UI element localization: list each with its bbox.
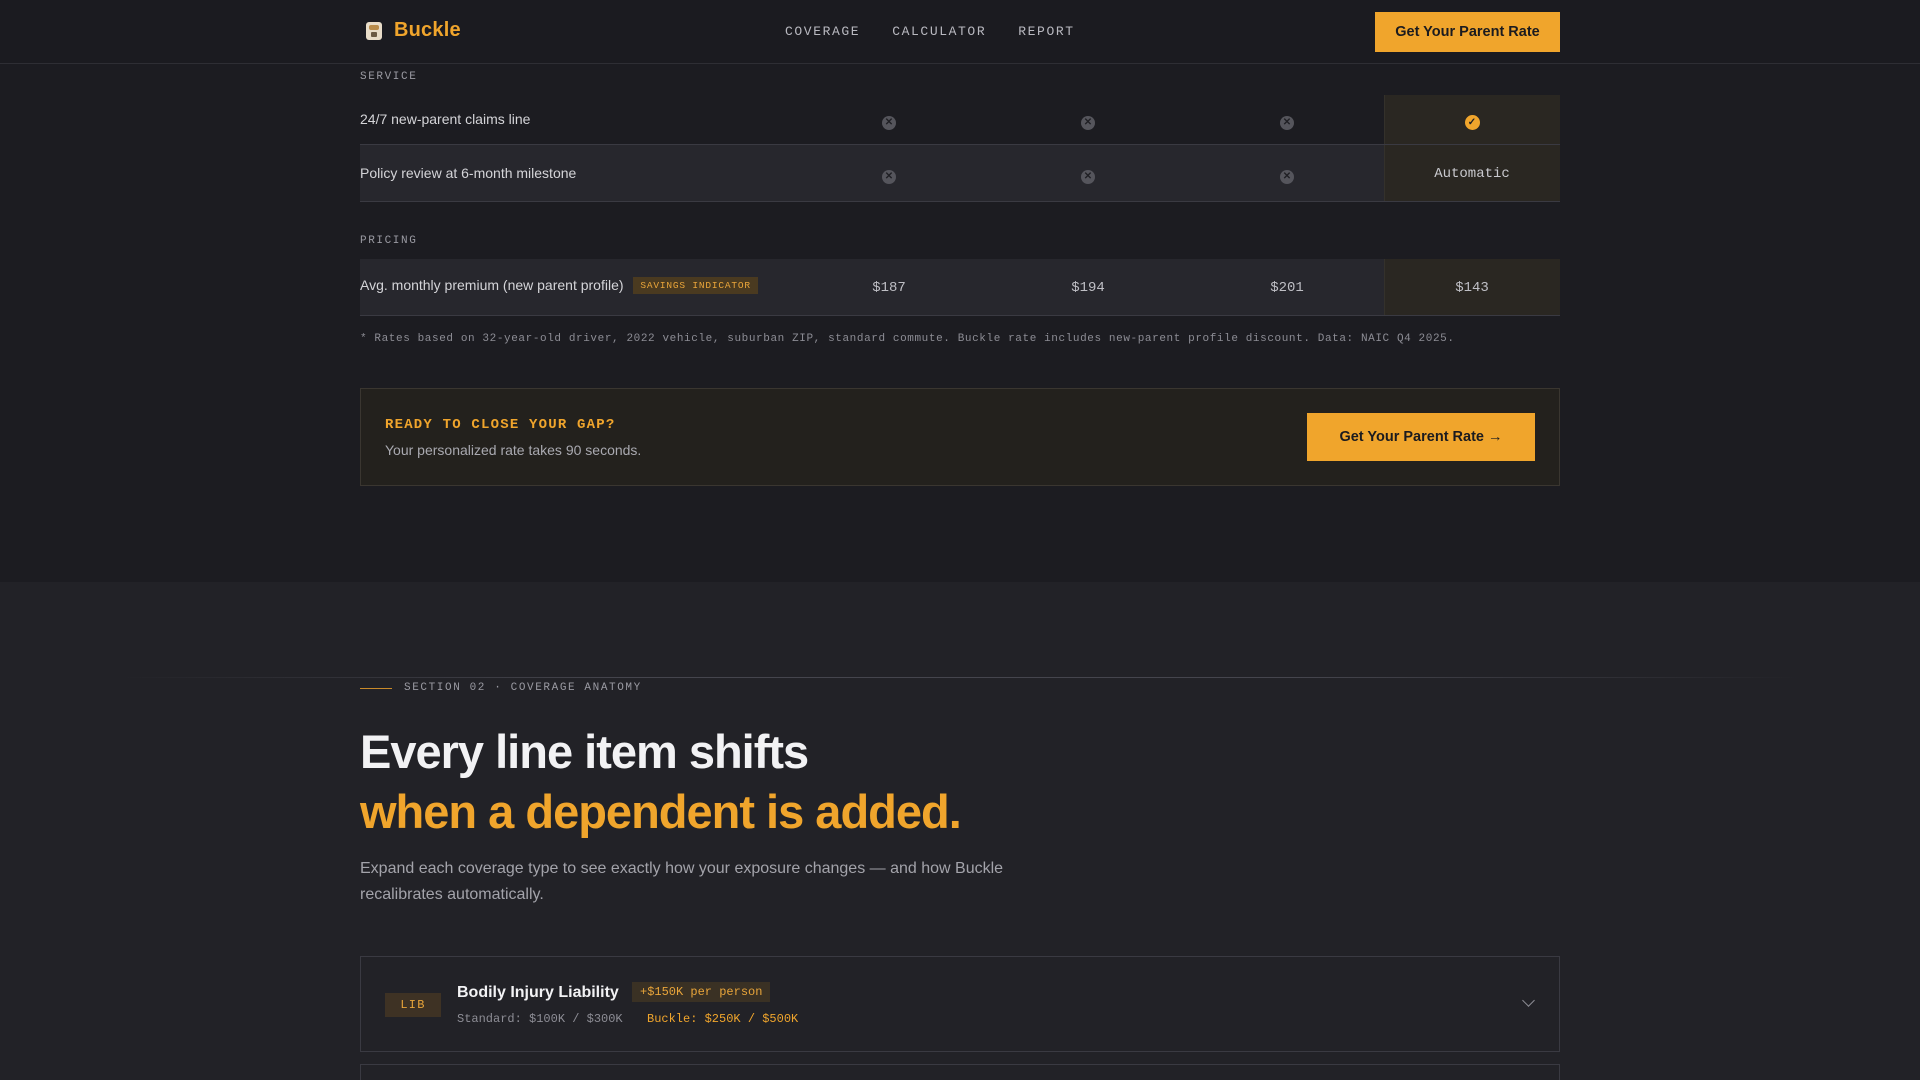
row-label: Policy review at 6-month milestone: [360, 165, 577, 181]
coverage-standard: Standard: $100K / $300K: [457, 1012, 623, 1026]
get-parent-rate-cta-button[interactable]: Get Your Parent Rate →: [1307, 413, 1535, 461]
get-parent-rate-button[interactable]: Get Your Parent Rate: [1375, 12, 1560, 52]
brand-name: Buckle: [394, 19, 461, 41]
top-nav: Buckle COVERAGE CALCULATOR REPORT Get Yo…: [0, 0, 1920, 64]
x-circle-icon: ✕: [1280, 170, 1294, 184]
row-label: 24/7 new-parent claims line: [360, 111, 531, 127]
savings-indicator-badge: SAVINGS INDICATOR: [633, 277, 758, 294]
headline-line-1: Every line item shifts: [360, 725, 809, 778]
buckle-price-cell: $143: [1455, 280, 1489, 296]
x-circle-icon: ✕: [882, 116, 896, 130]
nav-link-calculator[interactable]: CALCULATOR: [892, 24, 986, 39]
section-divider: [120, 677, 1800, 678]
group-label-pricing: PRICING: [360, 235, 418, 247]
table-row-pricing: Avg. monthly premium (new parent profile…: [360, 259, 1560, 316]
row-label: Avg. monthly premium (new parent profile…: [360, 277, 624, 293]
x-circle-icon: ✕: [1081, 170, 1095, 184]
cta-banner: READY TO CLOSE YOUR GAP? Your personaliz…: [360, 388, 1560, 486]
x-circle-icon: ✕: [882, 170, 896, 184]
accordion-next-item[interactable]: [360, 1064, 1560, 1080]
buckle-value: Automatic: [1434, 166, 1510, 182]
nav-link-report[interactable]: REPORT: [1018, 24, 1074, 39]
footnote: * Rates based on 32-year-old driver, 202…: [360, 333, 1455, 345]
price-cell: $194: [1071, 280, 1105, 296]
price-cell: $201: [1270, 280, 1304, 296]
table-row: 24/7 new-parent claims line ✕ ✕ ✕ ✓: [360, 95, 1560, 145]
cta-subtitle: Your personalized rate takes 90 seconds.: [385, 442, 642, 458]
section-headline: Every line item shifts when a dependent …: [360, 722, 962, 842]
coverage-title: Bodily Injury Liability: [457, 984, 619, 1001]
cta-title: READY TO CLOSE YOUR GAP?: [385, 417, 616, 433]
coverage-tag: LIB: [385, 993, 441, 1017]
table-row: Policy review at 6-month milestone ✕ ✕ ✕…: [360, 145, 1560, 202]
section-eyebrow: SECTION 02 · COVERAGE ANATOMY: [360, 682, 642, 694]
group-label-service: SERVICE: [360, 71, 418, 83]
eyebrow-text: SECTION 02 · COVERAGE ANATOMY: [404, 682, 642, 694]
accordion-bodily-injury-liability[interactable]: LIB Bodily Injury Liability +$150K per p…: [360, 956, 1560, 1052]
x-circle-icon: ✕: [1280, 116, 1294, 130]
coverage-delta-badge: +$150K per person: [632, 982, 771, 1002]
x-circle-icon: ✕: [1081, 116, 1095, 130]
eyebrow-line: [360, 687, 392, 689]
check-circle-icon: ✓: [1464, 115, 1480, 130]
section-description: Expand each coverage type to see exactly…: [360, 860, 1004, 903]
price-cell: $187: [872, 280, 906, 296]
nav-link-coverage[interactable]: COVERAGE: [785, 24, 860, 39]
brand-logo[interactable]: Buckle: [366, 19, 461, 42]
headline-line-2: when a dependent is added.: [360, 785, 962, 838]
coverage-anatomy-section: SECTION 02 · COVERAGE ANATOMY Every line…: [0, 582, 1920, 1080]
comparison-table: SERVICE 24/7 new-parent claims line ✕ ✕ …: [360, 0, 1560, 582]
coverage-buckle: Buckle: $250K / $500K: [647, 1012, 799, 1026]
buckle-logo-icon: [366, 21, 382, 40]
chevron-down-icon[interactable]: [1522, 994, 1535, 1007]
